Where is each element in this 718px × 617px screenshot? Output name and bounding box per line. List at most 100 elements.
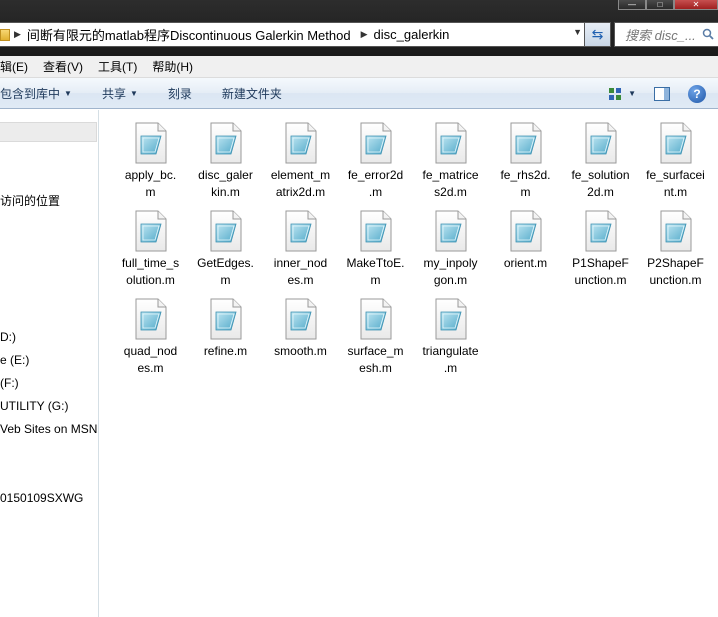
- close-button[interactable]: ✕: [674, 0, 718, 10]
- file-name-line1: triangulate: [422, 344, 479, 358]
- matlab-file-icon: [135, 298, 166, 340]
- matlab-file-icon: [210, 298, 241, 340]
- file-name-line1: fe_solution: [571, 168, 630, 182]
- file-item[interactable]: fe_error2d .m: [338, 122, 413, 201]
- preview-pane-icon[interactable]: [654, 86, 670, 101]
- menu-edit[interactable]: 辑(E): [0, 58, 34, 75]
- file-item[interactable]: element_m atrix2d.m: [263, 122, 338, 201]
- file-item[interactable]: surface_m esh.m: [338, 298, 413, 377]
- matlab-file-icon: [360, 210, 391, 252]
- refresh-icon: ⇆: [591, 26, 604, 42]
- file-item[interactable]: refine.m: [188, 298, 263, 360]
- menu-view[interactable]: 查看(V): [34, 58, 89, 75]
- file-name-line2: es.m: [137, 361, 164, 375]
- file-item[interactable]: triangulate .m: [413, 298, 488, 377]
- matlab-file-icon: [585, 122, 616, 164]
- chevron-down-icon[interactable]: ▼: [628, 89, 636, 98]
- file-item[interactable]: smooth.m: [263, 298, 338, 360]
- refresh-button[interactable]: ⇆: [585, 22, 611, 47]
- file-name-line1: P2ShapeF: [647, 256, 704, 270]
- include-in-library-button[interactable]: 包含到库中 ▼: [0, 85, 84, 102]
- breadcrumb-separator-icon[interactable]: ▶: [361, 29, 368, 40]
- matlab-file-icon: [435, 298, 466, 340]
- file-name-line1: full_time_s: [121, 256, 180, 270]
- file-item[interactable]: apply_bc. m: [113, 122, 188, 201]
- nav-item-drive-g[interactable]: UTILITY (G:): [0, 399, 68, 413]
- file-item[interactable]: P1ShapeF unction.m: [563, 210, 638, 289]
- matlab-file-icon: [510, 210, 541, 252]
- matlab-file-icon: [585, 210, 616, 252]
- matlab-file-icon: [660, 122, 691, 164]
- menu-tools[interactable]: 工具(T): [89, 58, 143, 75]
- file-name-line2: unction.m: [574, 273, 627, 287]
- file-name-line2: es.m: [287, 273, 314, 287]
- breadcrumb-separator-icon[interactable]: ▶: [14, 29, 21, 40]
- nav-item-web-sites[interactable]: Veb Sites on MSN: [0, 422, 97, 436]
- search-icon[interactable]: [702, 28, 714, 40]
- file-item[interactable]: inner_nod es.m: [263, 210, 338, 289]
- new-folder-button[interactable]: 新建文件夹: [204, 85, 294, 102]
- help-icon[interactable]: ?: [688, 84, 706, 103]
- nav-item-drive-f[interactable]: (F:): [0, 376, 19, 390]
- file-name-line1: MakeTtoE.: [346, 256, 405, 270]
- file-name-line2: m: [520, 185, 531, 199]
- file-item[interactable]: disc_galer kin.m: [188, 122, 263, 201]
- folder-icon: [0, 28, 10, 41]
- matlab-file-icon: [435, 122, 466, 164]
- nav-selected-item[interactable]: [0, 122, 97, 142]
- file-item[interactable]: full_time_s olution.m: [113, 210, 188, 289]
- file-name-line2: s2d.m: [434, 185, 467, 199]
- file-item[interactable]: GetEdges. m: [188, 210, 263, 289]
- nav-item-drive-d[interactable]: D:): [0, 330, 16, 344]
- maximize-button[interactable]: □: [646, 0, 674, 10]
- view-options-icon[interactable]: [608, 87, 622, 101]
- file-name-line2: olution.m: [126, 273, 175, 287]
- minimize-button[interactable]: —: [618, 0, 646, 10]
- matlab-file-icon: [285, 122, 316, 164]
- chevron-down-icon: ▼: [64, 88, 72, 98]
- chevron-down-icon[interactable]: ▼: [573, 27, 582, 37]
- file-item[interactable]: P2ShapeF unction.m: [638, 210, 713, 289]
- file-name-line1: fe_surfacei: [646, 168, 705, 182]
- file-name-line1: refine.m: [203, 344, 248, 358]
- share-button[interactable]: 共享 ▼: [84, 85, 150, 102]
- matlab-file-icon: [285, 298, 316, 340]
- nav-item-drive-e[interactable]: e (E:): [0, 353, 29, 367]
- navigation-pane[interactable]: 访问的位置 D:) e (E:) (F:) UTILITY (G:) Veb S…: [0, 110, 99, 617]
- file-list[interactable]: apply_bc. m disc_galer kin.m element_m atrix2…: [100, 110, 718, 617]
- include-in-library-label: 包含到库中: [0, 86, 61, 101]
- file-item[interactable]: fe_solution 2d.m: [563, 122, 638, 201]
- file-name-line1: GetEdges.: [197, 256, 254, 270]
- file-name-line1: inner_nod: [273, 256, 328, 270]
- file-item[interactable]: fe_matrice s2d.m: [413, 122, 488, 201]
- search-input[interactable]: 搜索 disc_...: [614, 22, 718, 47]
- file-name-line1: apply_bc.: [124, 168, 177, 182]
- file-item[interactable]: orient.m: [488, 210, 563, 272]
- breadcrumb-item-current[interactable]: disc_galerkin: [368, 27, 456, 42]
- breadcrumb-item-parent[interactable]: 间断有限元的matlab程序Discontinuous Galerkin Met…: [21, 25, 357, 44]
- file-name-line1: P1ShapeF: [572, 256, 629, 270]
- file-item[interactable]: quad_nod es.m: [113, 298, 188, 377]
- nav-item-computer[interactable]: 0150109SXWG: [0, 491, 83, 505]
- share-label: 共享: [101, 86, 126, 101]
- file-item[interactable]: my_inpoly gon.m: [413, 210, 488, 289]
- file-item[interactable]: fe_surfacei nt.m: [638, 122, 713, 201]
- file-name-line2: gon.m: [433, 273, 468, 287]
- nav-item-recent-places[interactable]: 访问的位置: [0, 192, 60, 209]
- file-name-line1: smooth.m: [274, 344, 327, 358]
- file-name-line2: kin.m: [211, 185, 240, 199]
- matlab-file-icon: [360, 122, 391, 164]
- file-item[interactable]: MakeTtoE. m: [338, 210, 413, 289]
- file-name-line2: .m: [368, 185, 383, 199]
- burn-button[interactable]: 刻录: [150, 85, 204, 102]
- file-name-line2: nt.m: [663, 185, 688, 199]
- file-name-line2: .m: [443, 361, 458, 375]
- matlab-file-icon: [285, 210, 316, 252]
- file-name-line2: unction.m: [649, 273, 702, 287]
- file-item[interactable]: fe_rhs2d.m: [488, 122, 563, 201]
- menu-help[interactable]: 帮助(H): [143, 58, 199, 75]
- file-name-line1: fe_rhs2d.: [500, 168, 551, 182]
- toolbar-right-group: ▼ ?: [608, 78, 718, 109]
- matlab-file-icon: [135, 122, 166, 164]
- address-bar[interactable]: ▶ 间断有限元的matlab程序Discontinuous Galerkin M…: [0, 22, 585, 47]
